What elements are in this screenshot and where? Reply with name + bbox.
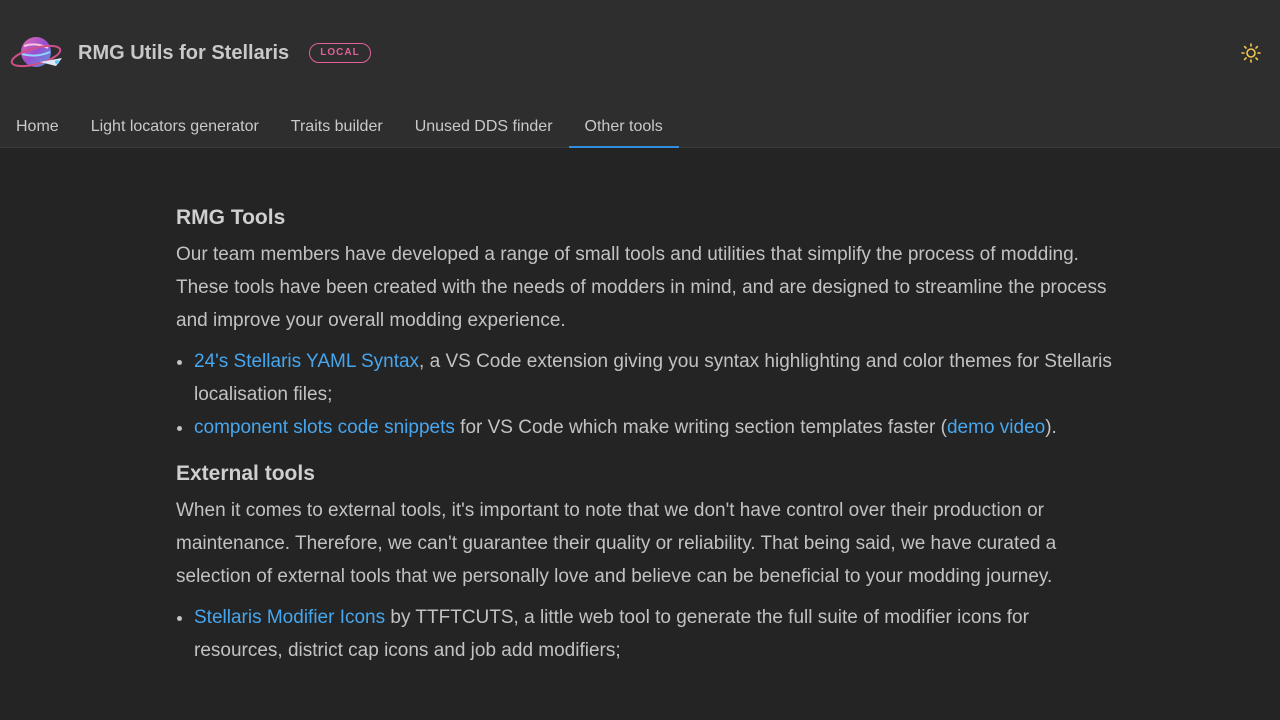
rmg-tools-intro: Our team members have developed a range …	[176, 244, 1107, 331]
list-item: Stellaris Modifier Icons by TTFTCUTS, a …	[194, 601, 1116, 667]
component-slots-snippets-link[interactable]: component slots code snippets	[194, 417, 455, 438]
tab-home[interactable]: Home	[0, 108, 75, 148]
rmg-tools-heading: RMG Tools	[176, 206, 286, 229]
planet-rocket-logo-icon[interactable]	[10, 32, 66, 74]
tab-other-tools[interactable]: Other tools	[568, 108, 679, 148]
stellaris-modifier-icons-link[interactable]: Stellaris Modifier Icons	[194, 607, 385, 628]
external-tools-intro: When it comes to external tools, it's im…	[176, 500, 1057, 587]
tab-traits-builder[interactable]: Traits builder	[275, 108, 399, 148]
tab-unused-dds-finder[interactable]: Unused DDS finder	[399, 108, 569, 148]
external-tools-heading: External tools	[176, 462, 315, 485]
list-item: component slots code snippets for VS Cod…	[194, 411, 1116, 444]
demo-video-link[interactable]: demo video	[947, 417, 1045, 438]
yaml-syntax-link[interactable]: 24's Stellaris YAML Syntax	[194, 351, 419, 372]
external-tools-list: Stellaris Modifier Icons by TTFTCUTS, a …	[176, 601, 1116, 667]
sun-icon[interactable]	[1240, 42, 1262, 64]
local-badge: LOCAL	[309, 43, 371, 63]
main-tabs: Home Light locators generator Traits bui…	[0, 108, 679, 148]
list-item: 24's Stellaris YAML Syntax, a VS Code ex…	[194, 345, 1116, 411]
tab-light-locators-generator[interactable]: Light locators generator	[75, 108, 275, 148]
rmg-tools-list: 24's Stellaris YAML Syntax, a VS Code ex…	[176, 345, 1116, 444]
list-item-text: ).	[1045, 417, 1057, 438]
list-item-text: for VS Code which make writing section t…	[454, 417, 947, 438]
app-header: RMG Utils for Stellaris LOCAL Home Light…	[0, 0, 1280, 148]
main-content: RMG Tools Our team members have develope…	[176, 198, 1116, 677]
app-title: RMG Utils for Stellaris	[78, 42, 290, 64]
